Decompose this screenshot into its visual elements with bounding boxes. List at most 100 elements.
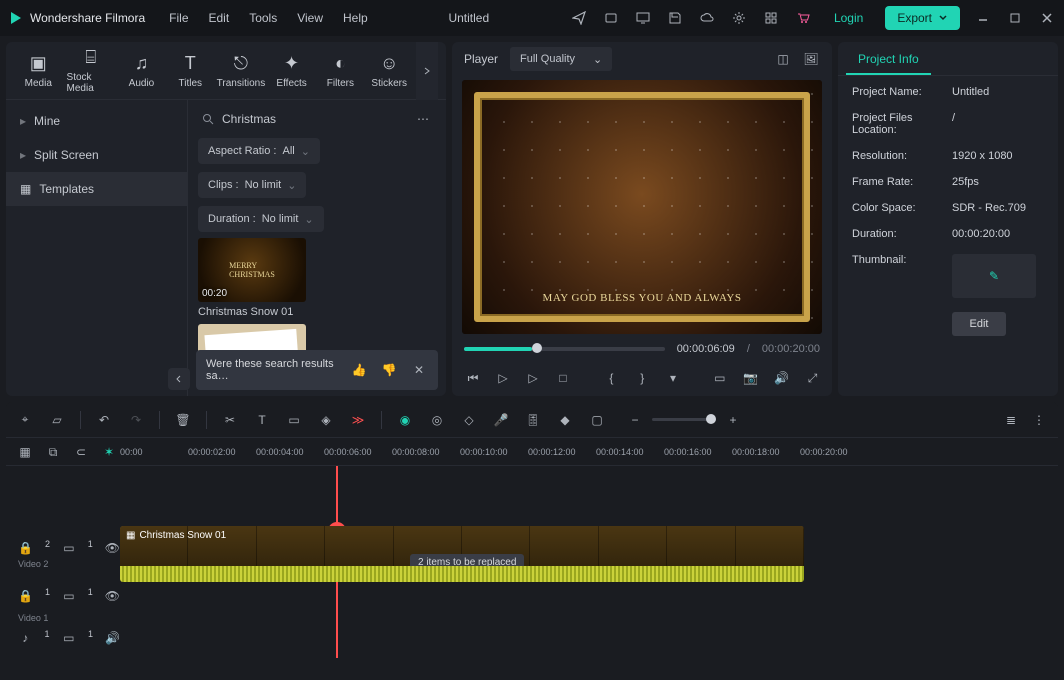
- close-icon[interactable]: ✕: [410, 361, 428, 379]
- next-frame-icon[interactable]: ▷: [524, 369, 542, 387]
- tab-stickers[interactable]: ☺Stickers: [367, 53, 412, 89]
- tab-stock-media[interactable]: ⌸Stock Media: [67, 47, 116, 94]
- split-icon[interactable]: ✂: [221, 411, 239, 429]
- hide-icon[interactable]: 👁: [105, 587, 120, 605]
- stop-icon[interactable]: □: [554, 369, 572, 387]
- monitor-icon[interactable]: [634, 9, 652, 27]
- filter-clips[interactable]: Clips :No limit⌄: [198, 172, 306, 198]
- sidebar-item-split-screen[interactable]: ▸Split Screen: [6, 138, 187, 172]
- volume-icon[interactable]: 🔊: [105, 629, 120, 647]
- mute-icon[interactable]: ▭: [62, 629, 77, 647]
- settings-icon[interactable]: [730, 9, 748, 27]
- window-maximize-icon[interactable]: [1006, 9, 1024, 27]
- template-item[interactable]: MERRYCHRISTMAS 00:20 Christmas Snow 01: [198, 238, 436, 318]
- tab-audio[interactable]: ♫Audio: [119, 53, 164, 89]
- tab-titles[interactable]: TTitles: [168, 53, 213, 89]
- pencil-icon[interactable]: ✎: [989, 269, 999, 283]
- mute-icon[interactable]: ▭: [62, 539, 76, 557]
- undo-icon[interactable]: ↶: [95, 411, 113, 429]
- save-icon[interactable]: [666, 9, 684, 27]
- window-minimize-icon[interactable]: [974, 9, 992, 27]
- speed-icon[interactable]: ≫: [349, 411, 367, 429]
- sidebar-item-templates[interactable]: ▦Templates: [6, 172, 187, 206]
- compare-icon[interactable]: ◫: [774, 50, 792, 68]
- cursor-tool-icon[interactable]: ⌖: [16, 411, 34, 429]
- collapse-sidebar-button[interactable]: [168, 368, 190, 390]
- ai-icon[interactable]: ◉: [396, 411, 414, 429]
- export-button[interactable]: Export: [885, 6, 960, 30]
- options-icon[interactable]: ⋮: [1030, 411, 1048, 429]
- snap-icon[interactable]: ✶: [100, 443, 118, 461]
- keyframe-icon[interactable]: ◆: [556, 411, 574, 429]
- apps-icon[interactable]: [762, 9, 780, 27]
- tab-project-info[interactable]: Project Info: [846, 45, 931, 75]
- menu-file[interactable]: File: [169, 11, 188, 25]
- mark-in-icon[interactable]: {: [604, 369, 619, 387]
- sidebar-item-mine[interactable]: ▸Mine: [6, 104, 187, 138]
- cart-icon[interactable]: [794, 9, 812, 27]
- volume-icon[interactable]: 🔊: [774, 369, 789, 387]
- scrub-bar[interactable]: [464, 347, 665, 351]
- timeline-ruler[interactable]: ▦ ⧉ ⊂ ✶ 00:00 00:00:02:00 00:00:04:00 00…: [6, 438, 1058, 466]
- tab-media[interactable]: ▣Media: [14, 53, 63, 89]
- device-icon[interactable]: [602, 9, 620, 27]
- filters-icon: ◐: [335, 53, 346, 74]
- tab-transitions[interactable]: ⎋Transitions: [217, 53, 266, 89]
- selection-tool-icon[interactable]: ▱: [48, 411, 66, 429]
- preview-video[interactable]: MAY GOD BLESS YOU AND ALWAYS: [462, 80, 822, 334]
- snapshot-icon[interactable]: 🖼: [802, 50, 820, 68]
- color-icon[interactable]: ◈: [317, 411, 335, 429]
- quality-dropdown[interactable]: Full Quality⌄: [510, 47, 612, 71]
- menu-edit[interactable]: Edit: [209, 11, 230, 25]
- prev-frame-icon[interactable]: ⏮: [464, 369, 482, 387]
- zoom-out-icon[interactable]: −: [626, 411, 644, 429]
- edit-button[interactable]: Edit: [952, 312, 1006, 336]
- zoom-slider[interactable]: [652, 418, 716, 421]
- display-icon[interactable]: ▭: [712, 369, 727, 387]
- more-options-icon[interactable]: ⋯: [414, 110, 432, 128]
- mark-out-icon[interactable]: }: [635, 369, 650, 387]
- clip-name: Christmas Snow 01: [139, 530, 226, 541]
- mask-icon[interactable]: ◇: [460, 411, 478, 429]
- list-view-icon[interactable]: ≣: [1002, 411, 1020, 429]
- crop-icon[interactable]: ▭: [285, 411, 303, 429]
- redo-icon[interactable]: ↷: [127, 411, 145, 429]
- clip-type-icon: ▦: [126, 530, 135, 541]
- audio-track-icon[interactable]: ♪: [18, 629, 33, 647]
- mute-icon[interactable]: ▭: [62, 587, 76, 605]
- hide-icon[interactable]: 👁: [105, 539, 120, 557]
- delete-icon[interactable]: 🗑: [174, 411, 192, 429]
- mixer-icon[interactable]: 🎚: [524, 411, 542, 429]
- lock-icon[interactable]: 🔒: [18, 587, 33, 605]
- tab-filters[interactable]: ◐Filters: [318, 53, 363, 89]
- search-input[interactable]: [222, 112, 406, 126]
- thumbs-up-icon[interactable]: 👍: [350, 361, 368, 379]
- camera-snapshot-icon[interactable]: 📷: [743, 369, 758, 387]
- window-close-icon[interactable]: [1038, 9, 1056, 27]
- cloud-icon[interactable]: [698, 9, 716, 27]
- text-icon[interactable]: T: [253, 411, 271, 429]
- link-icon[interactable]: ⧉: [44, 443, 62, 461]
- tabs-more-button[interactable]: [416, 42, 438, 100]
- framerate-value: 25fps: [952, 176, 979, 188]
- play-icon[interactable]: ▷: [494, 369, 512, 387]
- tracking-icon[interactable]: ◎: [428, 411, 446, 429]
- filter-duration[interactable]: Duration :No limit⌄: [198, 206, 324, 232]
- marker-icon[interactable]: ▾: [666, 369, 681, 387]
- send-icon[interactable]: [570, 9, 588, 27]
- menu-help[interactable]: Help: [343, 11, 368, 25]
- voice-icon[interactable]: 🎤: [492, 411, 510, 429]
- track-layout-icon[interactable]: ▦: [16, 443, 34, 461]
- menu-view[interactable]: View: [297, 11, 323, 25]
- lock-icon[interactable]: 🔒: [18, 539, 33, 557]
- fullscreen-icon[interactable]: ⤢: [805, 369, 820, 387]
- thumbs-down-icon[interactable]: 👎: [380, 361, 398, 379]
- magnet-icon[interactable]: ⊂: [72, 443, 90, 461]
- login-button[interactable]: Login: [826, 7, 871, 29]
- menu-tools[interactable]: Tools: [249, 11, 277, 25]
- zoom-in-icon[interactable]: +: [724, 411, 742, 429]
- tab-effects[interactable]: ✦Effects: [269, 53, 314, 89]
- marker-add-icon[interactable]: ▢: [588, 411, 606, 429]
- filter-aspect-ratio[interactable]: Aspect Ratio :All⌄: [198, 138, 320, 164]
- export-label: Export: [897, 11, 932, 25]
